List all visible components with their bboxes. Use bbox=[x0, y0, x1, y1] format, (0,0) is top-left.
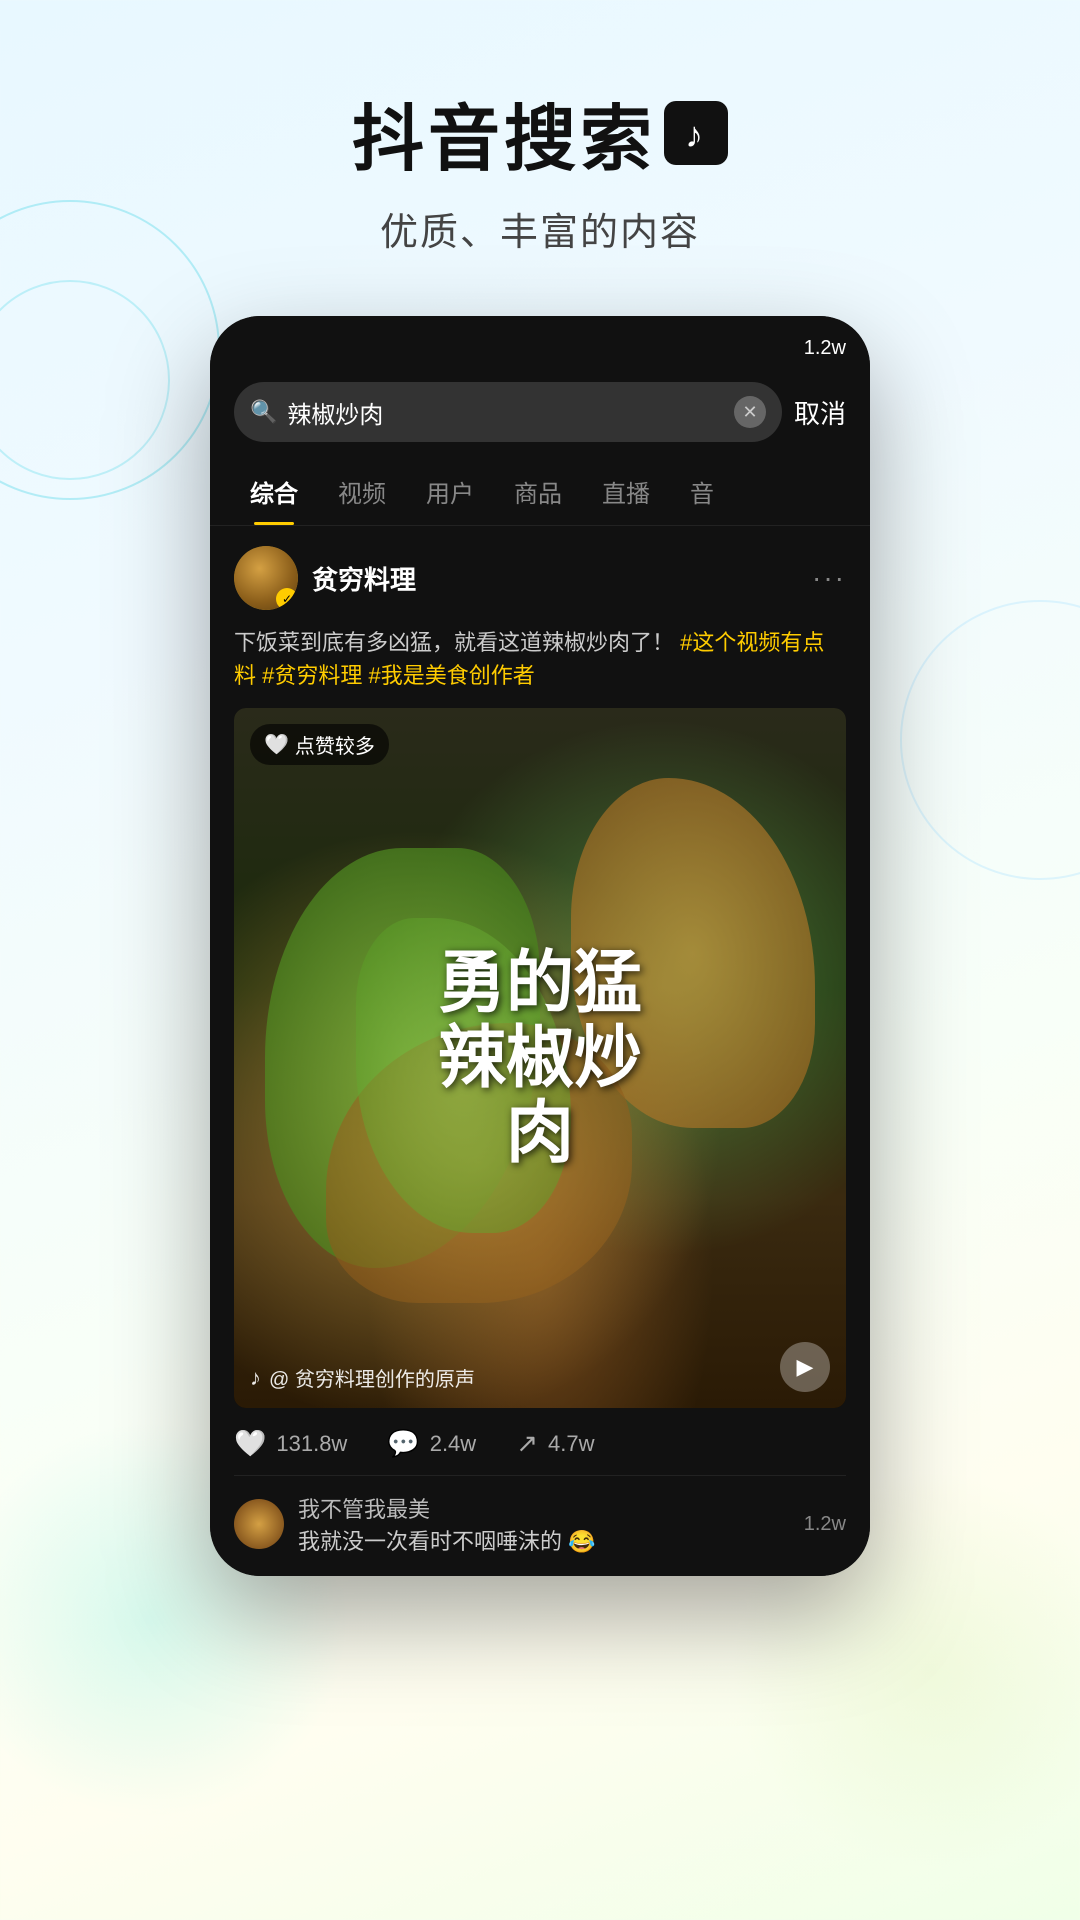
audio-text: @ 贫穷料理创作的原声 bbox=[269, 1363, 475, 1392]
hashtag-2[interactable]: #贫穷料理 bbox=[262, 663, 362, 688]
tab-综合[interactable]: 综合 bbox=[230, 458, 318, 525]
content-area: ✓ 贫穷料理 ··· 下饭菜到底有多凶猛，就看这道辣椒炒肉了！ #这个视频有点料… bbox=[210, 526, 870, 1576]
verified-badge: ✓ bbox=[276, 588, 298, 610]
cancel-button[interactable]: 取消 bbox=[794, 394, 846, 431]
search-icon: 🔍 bbox=[250, 399, 277, 425]
commenter-avatar bbox=[234, 1499, 284, 1549]
shares-count: 4.7w bbox=[548, 1431, 594, 1457]
avatar[interactable]: ✓ bbox=[234, 546, 298, 610]
search-input-container[interactable]: 🔍 辣椒炒肉 ✕ bbox=[234, 382, 782, 442]
video-overlay-text: 勇的猛辣椒炒肉 bbox=[265, 946, 816, 1170]
stats-row: 🤍 131.8w 💬 2.4w ↗ 4.7w bbox=[234, 1408, 846, 1476]
audio-bar: ♪ @ 贫穷料理创作的原声 bbox=[250, 1363, 475, 1392]
user-info: ✓ 贫穷料理 bbox=[234, 546, 416, 610]
tiktok-mini-icon: ♪ bbox=[250, 1365, 261, 1391]
app-title: 抖音搜索 ♪ bbox=[0, 80, 1080, 185]
comment-icon: 💬 bbox=[387, 1428, 419, 1459]
search-bar: 🔍 辣椒炒肉 ✕ 取消 bbox=[210, 366, 870, 458]
comment-text: 我就没一次看时不咽唾沫的 😂 bbox=[298, 1524, 596, 1556]
header: 抖音搜索 ♪ 优质、丰富的内容 bbox=[0, 0, 1080, 296]
likes-count: 131.8w bbox=[276, 1431, 347, 1457]
tiktok-icon: ♪ bbox=[664, 101, 728, 165]
tab-音[interactable]: 音 bbox=[670, 458, 734, 525]
comments-stat[interactable]: 💬 2.4w bbox=[387, 1428, 476, 1459]
svg-text:♪: ♪ bbox=[685, 114, 707, 155]
heart-icon: 🤍 bbox=[264, 732, 289, 757]
phone-screen: 1.2w 🔍 辣椒炒肉 ✕ 取消 综合 视频 用户 商品 bbox=[210, 316, 870, 1576]
tab-用户[interactable]: 用户 bbox=[406, 458, 494, 525]
commenter-name[interactable]: 我不管我最美 bbox=[298, 1492, 596, 1524]
share-icon: ↗ bbox=[516, 1428, 538, 1459]
app-subtitle: 优质、丰富的内容 bbox=[0, 201, 1080, 256]
user-row: ✓ 贫穷料理 ··· bbox=[234, 546, 846, 610]
tab-商品[interactable]: 商品 bbox=[494, 458, 582, 525]
shares-stat[interactable]: ↗ 4.7w bbox=[516, 1428, 594, 1459]
phone-mockup: 1.2w 🔍 辣椒炒肉 ✕ 取消 综合 视频 用户 商品 bbox=[0, 316, 1080, 1576]
hashtag-3[interactable]: #我是美食创作者 bbox=[369, 663, 535, 688]
comment-count: 1.2w bbox=[804, 1513, 846, 1536]
tab-bar: 综合 视频 用户 商品 直播 音 bbox=[210, 458, 870, 526]
time-display: 1.2w bbox=[804, 337, 846, 360]
more-options-button[interactable]: ··· bbox=[812, 562, 846, 594]
comment-content: 我不管我最美 我就没一次看时不咽唾沫的 😂 bbox=[298, 1492, 596, 1556]
tab-直播[interactable]: 直播 bbox=[582, 458, 670, 525]
heart-icon: 🤍 bbox=[234, 1428, 266, 1459]
search-query[interactable]: 辣椒炒肉 bbox=[287, 395, 724, 430]
video-thumbnail[interactable]: 🤍 点赞较多 勇的猛辣椒炒肉 ♪ @ 贫穷料理创作的原声 ▶ bbox=[234, 708, 846, 1408]
clear-search-button[interactable]: ✕ bbox=[734, 396, 766, 428]
like-badge: 🤍 点赞较多 bbox=[250, 724, 389, 765]
likes-stat[interactable]: 🤍 131.8w bbox=[234, 1428, 347, 1459]
post-description: 下饭菜到底有多凶猛，就看这道辣椒炒肉了！ #这个视频有点料 #贫穷料理 #我是美… bbox=[234, 626, 846, 692]
username[interactable]: 贫穷料理 bbox=[312, 560, 416, 597]
play-button[interactable]: ▶ bbox=[780, 1342, 830, 1392]
tab-视频[interactable]: 视频 bbox=[318, 458, 406, 525]
comment-section: 我不管我最美 我就没一次看时不咽唾沫的 😂 1.2w bbox=[234, 1476, 846, 1556]
comments-count: 2.4w bbox=[430, 1431, 476, 1457]
status-bar: 1.2w bbox=[210, 316, 870, 366]
